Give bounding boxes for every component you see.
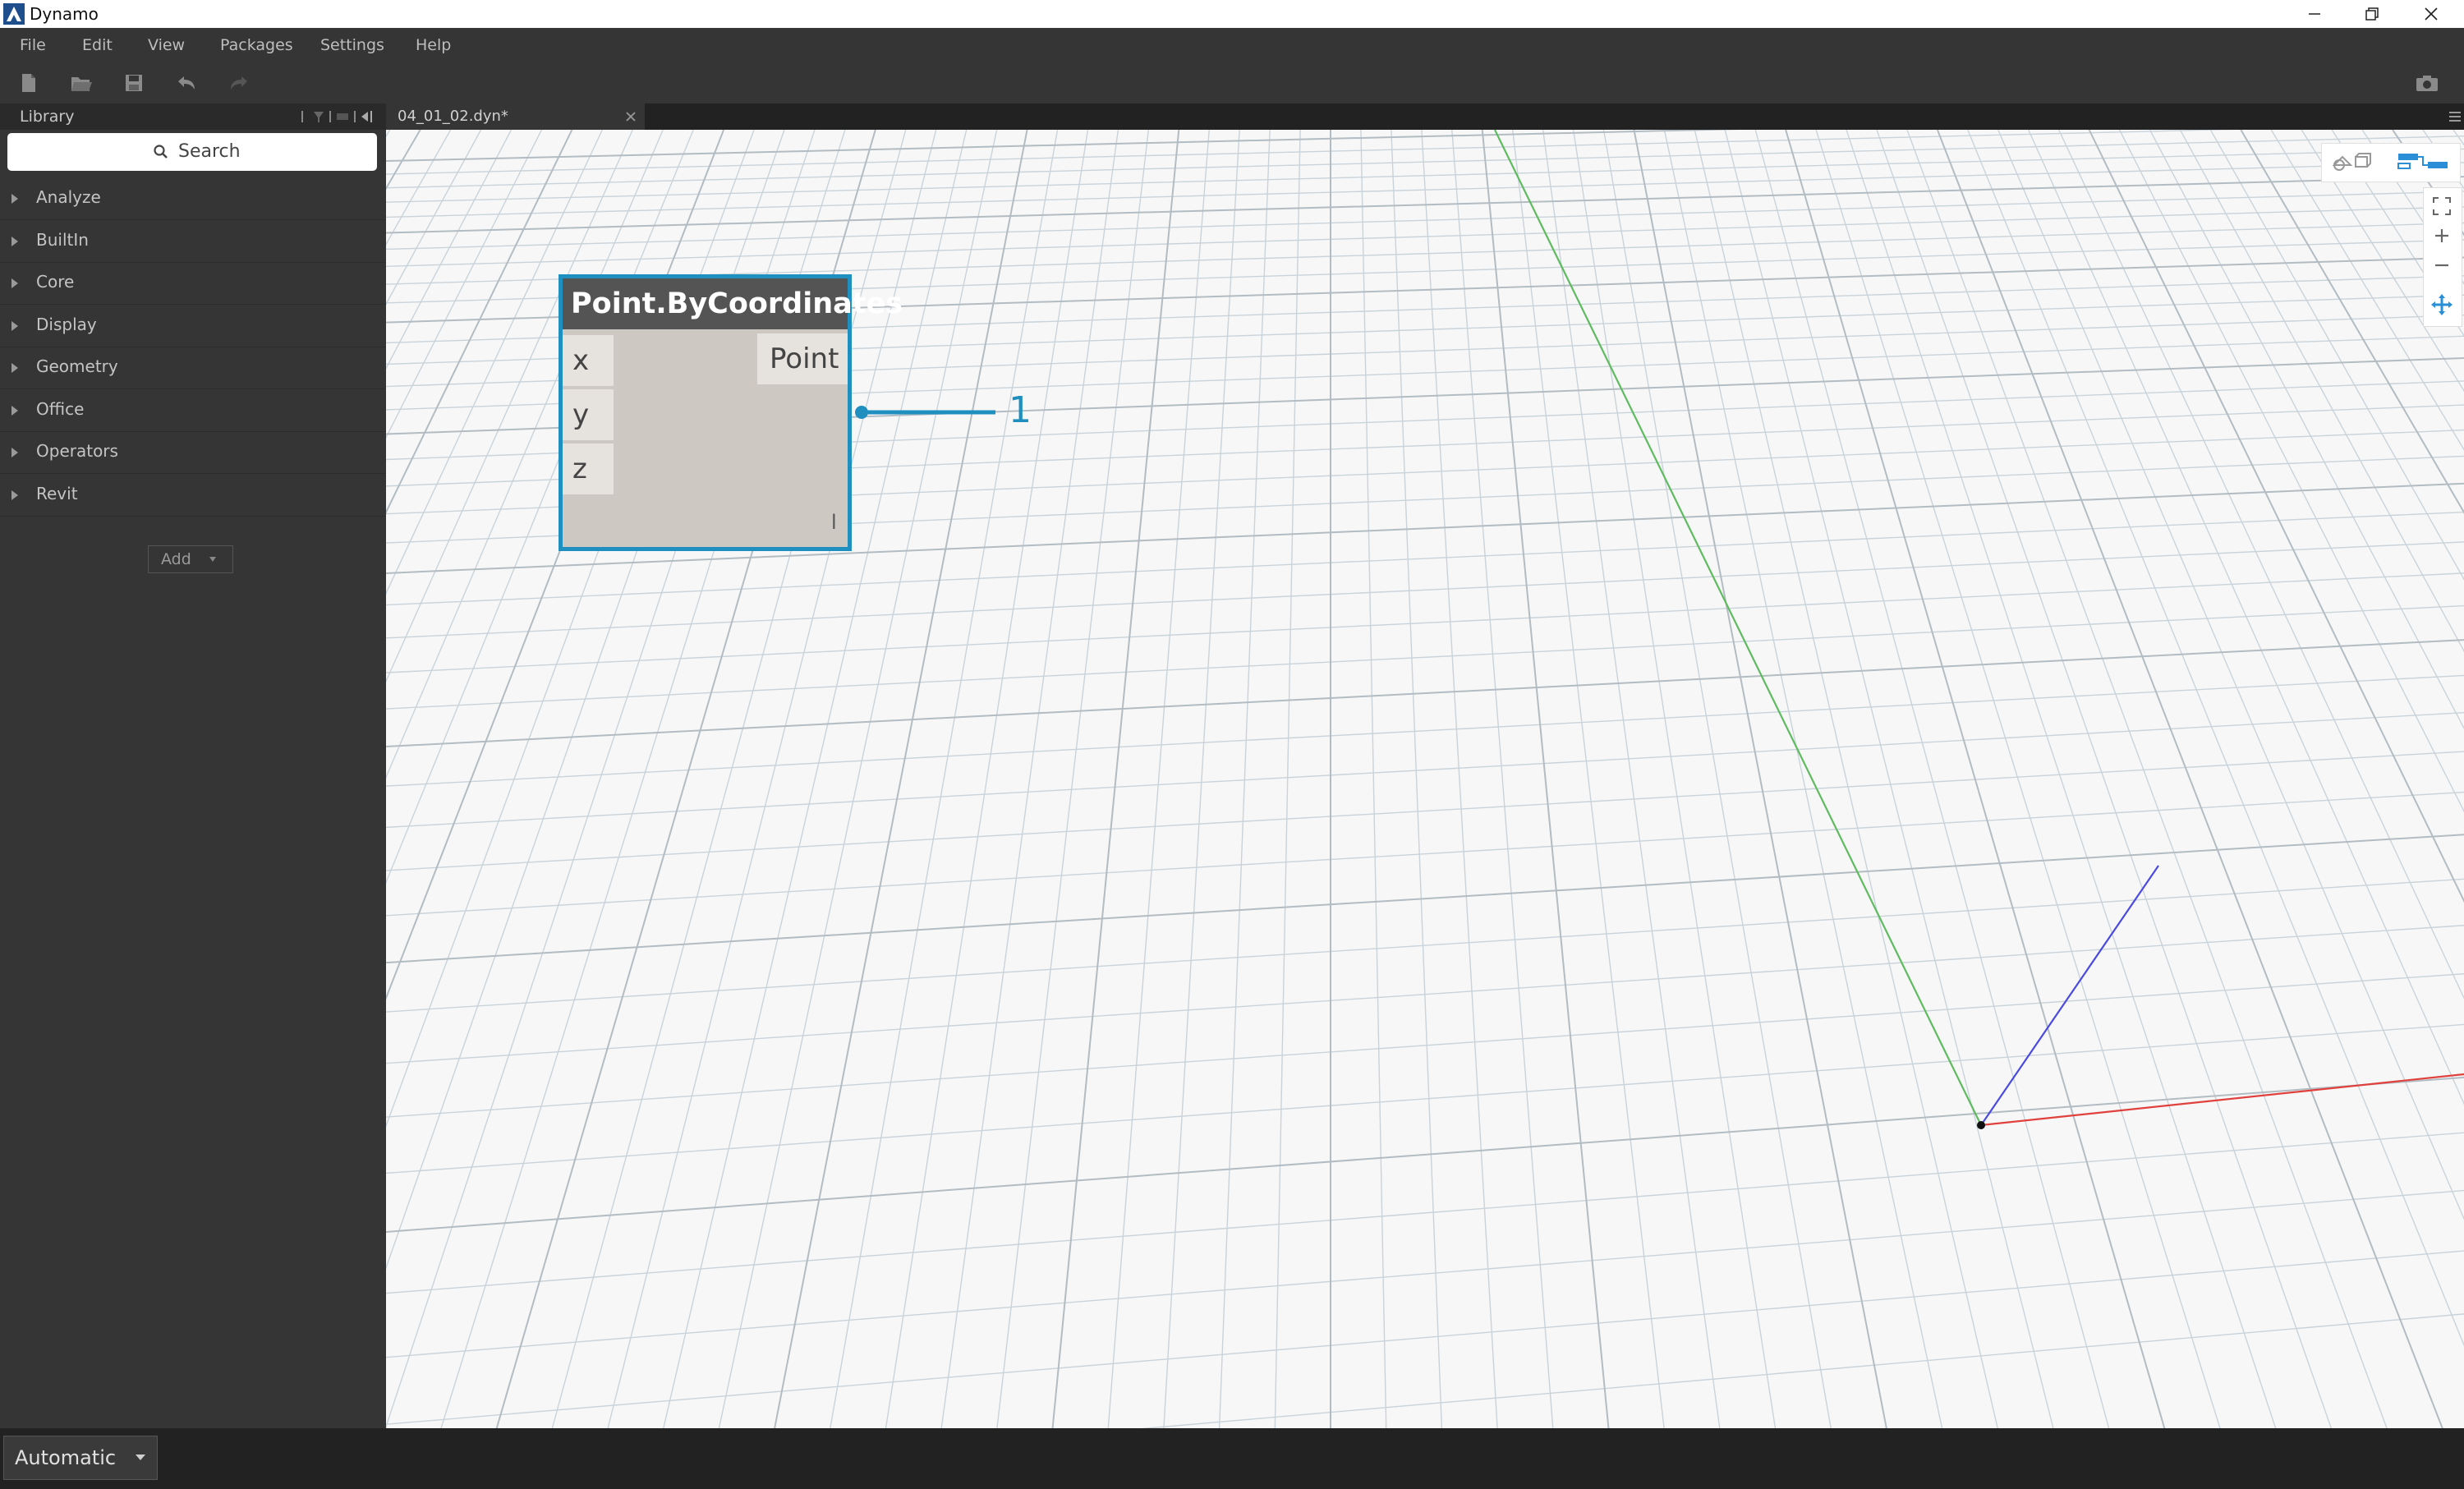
restore-button[interactable] [2343, 0, 2401, 28]
save-button[interactable] [120, 69, 148, 97]
category-label: Geometry [36, 356, 118, 376]
category-label: Display [36, 315, 97, 334]
category-label: Operators [36, 441, 118, 461]
redo-icon [231, 76, 247, 90]
menu-edit[interactable]: Edit [82, 28, 113, 62]
redo-button[interactable] [225, 69, 253, 97]
undo-icon [178, 76, 195, 90]
dropdown-arrow-icon [209, 557, 216, 562]
origin-point [1977, 1121, 1985, 1129]
workspace-tab-strip [386, 103, 2464, 130]
category-label: BuiltIn [36, 230, 89, 250]
input-port-label: z [572, 453, 587, 485]
expand-arrow-icon [11, 363, 18, 373]
menu-packages[interactable]: Packages [220, 28, 293, 62]
input-port-label: x [572, 344, 590, 377]
library-view-options-icon[interactable] [299, 108, 381, 125]
menu-file[interactable]: File [20, 28, 46, 62]
node-title: Point.ByCoordinates [571, 287, 903, 320]
workspace-tab-label: 04_01_02.dyn* [398, 108, 508, 125]
zoom-to-fit-icon[interactable] [2431, 195, 2453, 217]
pan-icon[interactable] [2430, 292, 2454, 317]
category-label: Office [36, 399, 85, 419]
search-placeholder: Search [178, 141, 241, 162]
open-folder-icon [71, 77, 92, 91]
expand-arrow-icon [11, 448, 18, 457]
run-mode-label: Automatic [15, 1446, 117, 1469]
new-file-icon [22, 74, 35, 92]
expand-arrow-icon [11, 194, 18, 204]
restore-icon [2365, 7, 2379, 21]
zoom-in-icon[interactable] [2431, 225, 2453, 246]
undo-button[interactable] [172, 69, 200, 97]
camera-icon [2416, 76, 2438, 91]
expand-arrow-icon [11, 490, 18, 500]
save-icon [126, 75, 142, 91]
library-title: Library [20, 108, 75, 126]
add-button-label: Add [161, 550, 191, 568]
expand-arrow-icon [11, 278, 18, 288]
run-bar [0, 1428, 2464, 1489]
menu-settings[interactable]: Settings [320, 28, 384, 62]
close-tab-icon[interactable] [624, 110, 637, 123]
zoom-out-icon[interactable] [2431, 255, 2453, 276]
expand-arrow-icon [11, 406, 18, 416]
menu-help[interactable]: Help [416, 28, 451, 62]
output-port-label: Point [770, 342, 839, 375]
minimize-icon [2309, 13, 2320, 15]
input-port-z[interactable] [563, 443, 614, 494]
menu-view[interactable]: View [148, 28, 185, 62]
category-label: Analyze [36, 187, 101, 207]
3d-view-toggle-icon[interactable] [2328, 149, 2380, 175]
minimize-button[interactable] [2286, 0, 2343, 28]
hamburger-menu-icon[interactable] [2448, 109, 2462, 124]
expand-arrow-icon [11, 321, 18, 331]
preview-connector [855, 406, 995, 419]
dropdown-arrow-icon [136, 1455, 145, 1460]
category-label: Core [36, 272, 75, 292]
category-label: Revit [36, 484, 78, 503]
preview-value: 1 [1009, 389, 1032, 431]
y-axis-line [1494, 130, 1982, 1126]
expand-arrow-icon [11, 237, 18, 246]
open-file-button[interactable] [67, 69, 95, 97]
new-file-button[interactable] [15, 69, 43, 97]
dynamo-logo-icon [3, 3, 25, 25]
search-icon [154, 145, 168, 159]
toolbar [0, 62, 2464, 103]
screenshot-button[interactable] [2413, 69, 2441, 97]
window-title: Dynamo [30, 4, 99, 24]
input-port-label: y [572, 398, 590, 431]
lacing-indicator: l [831, 511, 837, 534]
title-bar [0, 0, 2464, 28]
close-button[interactable] [2402, 0, 2460, 28]
close-icon [2425, 7, 2438, 21]
graph-view-toggle-icon[interactable] [2395, 149, 2454, 175]
